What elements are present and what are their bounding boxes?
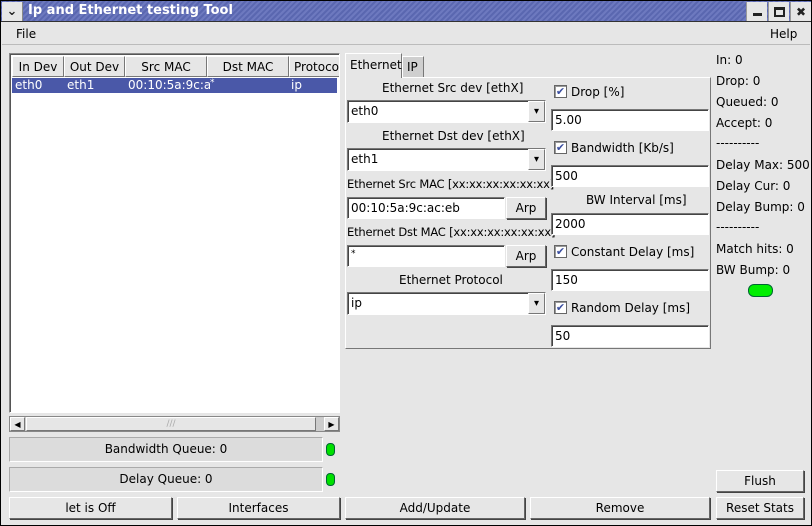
menu-file[interactable]: File: [16, 27, 36, 41]
horizontal-scrollbar[interactable]: ◀ /// ▶: [9, 416, 340, 432]
table-header: In Dev Out Dev Src MAC Dst MAC Protocol: [12, 56, 339, 77]
chevron-down-icon[interactable]: ▾: [528, 293, 545, 314]
cell-protocol: ip: [291, 78, 302, 92]
scroll-right-icon[interactable]: ▶: [324, 417, 339, 431]
tab-ethernet[interactable]: Ethernet: [345, 53, 402, 78]
maximize-button[interactable]: [768, 2, 789, 21]
chevron-down-icon[interactable]: ▾: [528, 101, 545, 122]
close-button[interactable]: ✖: [790, 2, 811, 21]
src-arp-button[interactable]: Arp: [506, 197, 546, 219]
protocol-select[interactable]: ip ▾: [347, 292, 546, 315]
drop-label: Drop [%]: [571, 85, 625, 99]
cell-dst-mac: *: [210, 78, 215, 88]
net-toggle-button[interactable]: let is Off: [9, 497, 172, 519]
menu-help[interactable]: Help: [770, 27, 797, 41]
random-delay-input[interactable]: 50: [551, 325, 709, 347]
delay-queue-led-icon: [326, 473, 335, 486]
drop-checkbox[interactable]: ✔: [554, 85, 567, 98]
scrollbar-thumb[interactable]: ///: [26, 417, 316, 431]
src-dev-value: eth0: [351, 104, 379, 118]
stat-match-hits: Match hits: 0: [716, 242, 794, 256]
minimize-icon: [752, 13, 762, 16]
cell-src-mac: 00:10:5a:9c:a: [128, 78, 210, 92]
column-header-src-mac[interactable]: Src MAC: [125, 56, 207, 77]
stat-drop: Drop: 0: [716, 74, 761, 88]
bw-interval-input[interactable]: 2000: [551, 213, 709, 235]
dst-mac-label: Ethernet Dst MAC [xx:xx:xx:xx:xx:xx]: [347, 225, 556, 239]
dst-dev-value: eth1: [351, 152, 379, 166]
bandwidth-checkbox[interactable]: ✔: [554, 141, 567, 154]
scroll-left-icon[interactable]: ◀: [10, 417, 25, 431]
column-header-protocol[interactable]: Protocol: [289, 56, 339, 77]
cell-out-dev: eth1: [67, 78, 95, 92]
title-bar[interactable]: ⌄ Ip and Ethernet testing Tool ✖: [1, 1, 811, 22]
rules-table[interactable]: In Dev Out Dev Src MAC Dst MAC Protocol …: [9, 53, 340, 413]
minimize-button[interactable]: [746, 2, 767, 21]
bandwidth-queue-status: Bandwidth Queue: 0: [9, 437, 323, 462]
stat-in: In: 0: [716, 53, 743, 67]
cell-in-dev: eth0: [15, 78, 43, 92]
stat-accept: Accept: 0: [716, 116, 773, 130]
bw-interval-label: BW Interval [ms]: [586, 193, 687, 207]
bandwidth-queue-led-icon: [326, 443, 335, 456]
window-menu-icon[interactable]: ⌄: [2, 2, 23, 21]
add-update-button[interactable]: Add/Update: [345, 497, 525, 519]
drop-input[interactable]: 5.00: [551, 109, 709, 131]
dst-mac-input[interactable]: *: [347, 245, 505, 267]
close-icon: ✖: [795, 4, 807, 19]
flush-button[interactable]: Flush: [716, 470, 804, 492]
constant-delay-checkbox[interactable]: ✔: [554, 245, 567, 258]
table-row[interactable]: eth0 eth1 00:10:5a:9c:a * ip: [12, 78, 337, 93]
column-header-dst-mac[interactable]: Dst MAC: [207, 56, 289, 77]
protocol-value: ip: [351, 296, 362, 310]
stat-bw-bump: BW Bump: 0: [716, 263, 791, 277]
remove-button[interactable]: Remove: [530, 497, 710, 519]
delay-queue-status: Delay Queue: 0: [9, 467, 323, 492]
dst-arp-button[interactable]: Arp: [506, 245, 546, 267]
tab-ip[interactable]: IP: [402, 56, 424, 78]
menu-bar: File Help: [2, 23, 810, 45]
constant-delay-label: Constant Delay [ms]: [571, 245, 695, 259]
stat-delay-cur: Delay Cur: 0: [716, 179, 791, 193]
constant-delay-input[interactable]: 150: [551, 269, 709, 291]
src-dev-select[interactable]: eth0 ▾: [347, 100, 546, 123]
status-led-icon: [748, 284, 773, 297]
stat-separator: ----------: [716, 136, 760, 150]
random-delay-checkbox[interactable]: ✔: [554, 301, 567, 314]
maximize-icon: [773, 6, 785, 17]
dst-dev-label: Ethernet Dst dev [ethX]: [382, 129, 525, 143]
column-header-in-dev[interactable]: In Dev: [12, 56, 64, 77]
protocol-label: Ethernet Protocol: [399, 273, 503, 287]
src-dev-label: Ethernet Src dev [ethX]: [382, 81, 524, 95]
src-mac-input[interactable]: 00:10:5a:9c:ac:eb: [347, 197, 505, 219]
stat-delay-bump: Delay Bump: 0: [716, 200, 805, 214]
stat-separator: ----------: [716, 220, 760, 234]
bandwidth-label: Bandwidth [Kb/s]: [571, 141, 674, 155]
window-title: Ip and Ethernet testing Tool: [28, 3, 233, 18]
random-delay-label: Random Delay [ms]: [571, 301, 691, 315]
stat-delay-max: Delay Max: 500: [716, 158, 810, 172]
reset-stats-button[interactable]: Reset Stats: [716, 497, 804, 519]
src-mac-label: Ethernet Src MAC [xx:xx:xx:xx:xx:xx]: [347, 177, 555, 191]
bandwidth-input[interactable]: 500: [551, 165, 709, 187]
app-window: ⌄ Ip and Ethernet testing Tool ✖ File He…: [0, 0, 812, 526]
stat-queued: Queued: 0: [716, 95, 779, 109]
dst-dev-select[interactable]: eth1 ▾: [347, 148, 546, 171]
chevron-down-icon[interactable]: ▾: [528, 149, 545, 170]
interfaces-button[interactable]: Interfaces: [177, 497, 340, 519]
column-header-out-dev[interactable]: Out Dev: [64, 56, 125, 77]
